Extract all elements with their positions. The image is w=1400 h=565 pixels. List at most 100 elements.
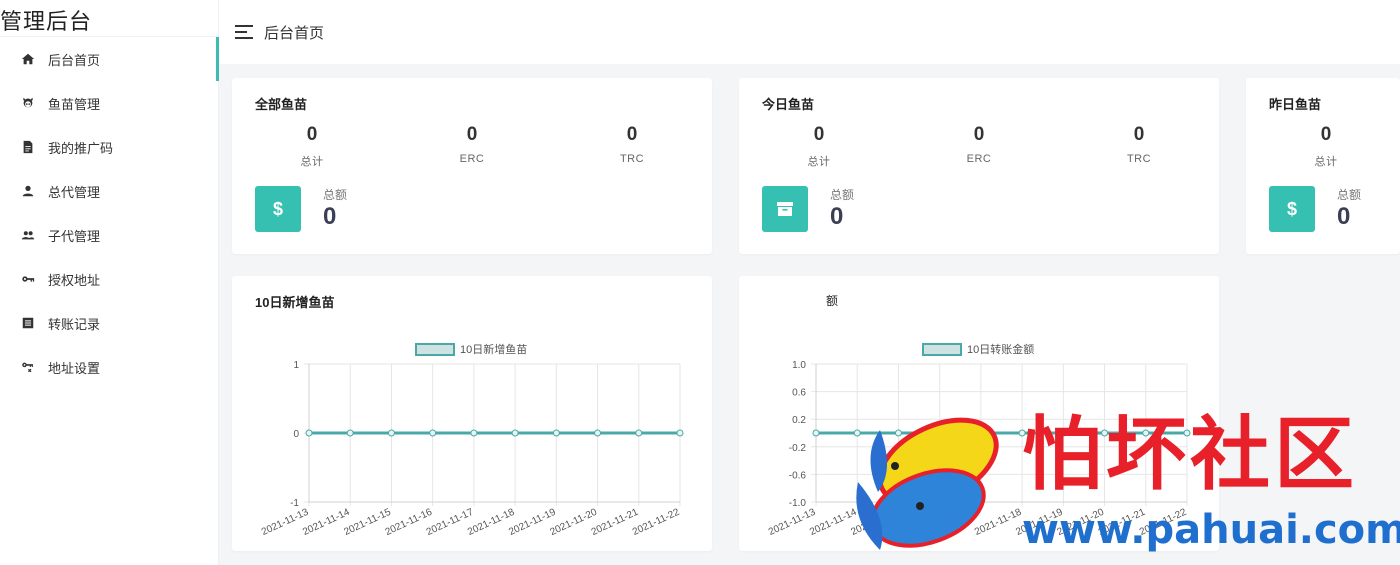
sidebar-item-general-agents[interactable]: 总代管理: [0, 169, 218, 213]
data-point: [676, 429, 684, 437]
y-tick-label: 0.2: [792, 415, 806, 426]
data-point: [1183, 429, 1191, 437]
sidebar-item-label: 子代管理: [48, 228, 101, 244]
stat-value: 0: [626, 124, 638, 145]
data-point: [387, 429, 395, 437]
card-title: 今日鱼苗: [762, 97, 815, 112]
data-point: [1142, 429, 1150, 437]
data-point: [635, 429, 643, 437]
y-tick-label: 0.6: [792, 388, 806, 399]
data-point: [853, 429, 861, 437]
sidebar-nav: 后台首页 鱼苗管理 我的推广码 总代管理 子代管理 授权地址 转账记录 地址设置: [0, 37, 219, 389]
stat-value: 0: [466, 124, 478, 145]
sidebar-item-authorized-addresses[interactable]: 授权地址: [0, 257, 218, 301]
sidebar-item-address-settings[interactable]: 地址设置: [0, 345, 218, 389]
data-point: [470, 429, 478, 437]
y-tick-label: 1: [293, 360, 299, 371]
stats-card-yesterday: 昨日鱼苗 0 总计 $ 总额 0: [1246, 78, 1400, 254]
top-header: 后台首页: [219, 0, 1400, 64]
y-tick-label: -1: [290, 498, 299, 509]
stat-trc: 0 TRC: [572, 124, 692, 165]
stat-value: 0: [973, 124, 985, 145]
sidebar: 管理后台 后台首页 鱼苗管理 我的推广码 总代管理 子代管理 授权地址 转账记录…: [0, 0, 219, 565]
total-label: 总额: [830, 188, 855, 202]
stat-label: ERC: [966, 153, 992, 165]
total-value: 0: [323, 203, 337, 230]
stat-total: 0 总计: [252, 124, 372, 169]
sidebar-item-label: 授权地址: [48, 272, 101, 288]
y-tick-label: 1.0: [792, 360, 806, 371]
stat-label: 总计: [807, 156, 831, 168]
legend-swatch: [415, 343, 455, 356]
stat-trc: 0 TRC: [1079, 124, 1199, 165]
user-icon: [20, 183, 36, 199]
data-point: [511, 429, 519, 437]
stat-label: TRC: [619, 153, 645, 165]
sidebar-item-label: 鱼苗管理: [48, 96, 101, 112]
sidebar-item-label: 我的推广码: [48, 140, 114, 156]
data-point: [1018, 429, 1026, 437]
sidebar-item-promo-code[interactable]: 我的推广码: [0, 125, 218, 169]
data-point: [894, 429, 902, 437]
sidebar-item-home[interactable]: 后台首页: [0, 37, 219, 81]
sidebar-item-label: 总代管理: [48, 184, 101, 200]
sidebar-item-label: 后台首页: [48, 52, 101, 68]
stats-card-all: 全部鱼苗 0 总计 0 ERC 0 TRC $ 总额 0: [232, 78, 712, 254]
menu-toggle-icon[interactable]: [235, 25, 253, 39]
legend-swatch: [922, 343, 962, 356]
sidebar-item-sub-agents[interactable]: 子代管理: [0, 213, 218, 257]
data-point: [1101, 429, 1109, 437]
users-icon: [20, 227, 36, 243]
dollar-icon: $: [1269, 186, 1315, 232]
total-value: 0: [1337, 203, 1351, 230]
svg-text:$: $: [273, 199, 283, 219]
fish-icon: [20, 95, 36, 111]
card-title: 昨日鱼苗: [1269, 97, 1322, 112]
sidebar-item-label: 地址设置: [48, 360, 101, 376]
page-title: 后台首页: [264, 24, 325, 42]
key-settings-icon: [20, 359, 36, 375]
x-tick-label: 2021-11-22: [1138, 507, 1189, 538]
data-point: [594, 429, 602, 437]
document-icon: [20, 139, 36, 155]
data-point: [346, 429, 354, 437]
y-tick-label: -1.0: [789, 498, 807, 509]
stat-erc: 0 ERC: [412, 124, 532, 165]
data-point: [977, 429, 985, 437]
chart-card-new-fish: 10日新增鱼苗 10日新增鱼苗 1 0 -1 2021-11-13 2021-11-14 2…: [232, 276, 712, 551]
sidebar-item-transfer-records[interactable]: 转账记录: [0, 301, 218, 345]
legend-label: 10日新增鱼苗: [460, 342, 527, 356]
legend-label: 10日转账金额: [967, 342, 1034, 356]
total-label: 总额: [1337, 188, 1362, 202]
stat-label: ERC: [459, 153, 485, 165]
stats-card-today: 今日鱼苗 0 总计 0 ERC 0 TRC 总额 0: [739, 78, 1219, 254]
total-value: 0: [830, 203, 844, 230]
stat-total: 0 总计: [1266, 124, 1386, 169]
y-tick-label: -0.6: [789, 470, 807, 481]
data-point: [305, 429, 313, 437]
data-point: [936, 429, 944, 437]
home-icon: [20, 51, 36, 67]
total-label: 总额: [323, 188, 348, 202]
list-icon: [20, 315, 36, 331]
stat-value: 0: [1133, 124, 1145, 145]
stat-label: 总计: [1314, 156, 1338, 168]
card-title: 全部鱼苗: [255, 97, 308, 112]
stat-value: 0: [1320, 124, 1332, 145]
x-tick-label: 2021-11-22: [631, 507, 682, 538]
chart-card-transfer-amount: 额 10日转账金额 1.0 0.6 0.2 -0.2 -0.6 -1.0 2021-11-13…: [739, 276, 1219, 551]
line-chart-transfer-amount: 10日转账金额1.00.60.2-0.2-0.6-1.02021-11-1320…: [767, 342, 1191, 538]
stat-value: 0: [306, 124, 318, 145]
svg-text:$: $: [1287, 199, 1297, 219]
stat-label: 总计: [300, 156, 324, 168]
data-point: [812, 429, 820, 437]
stat-total: 0 总计: [759, 124, 879, 169]
data-point: [552, 429, 560, 437]
archive-icon: [762, 186, 808, 232]
data-point: [1059, 429, 1067, 437]
sidebar-item-fish[interactable]: 鱼苗管理: [0, 81, 218, 125]
y-tick-label: -0.2: [789, 443, 807, 454]
key-icon: [20, 271, 36, 287]
data-point: [429, 429, 437, 437]
line-chart-new-fish: 10日新增鱼苗10-12021-11-132021-11-142021-11-1…: [260, 342, 684, 538]
